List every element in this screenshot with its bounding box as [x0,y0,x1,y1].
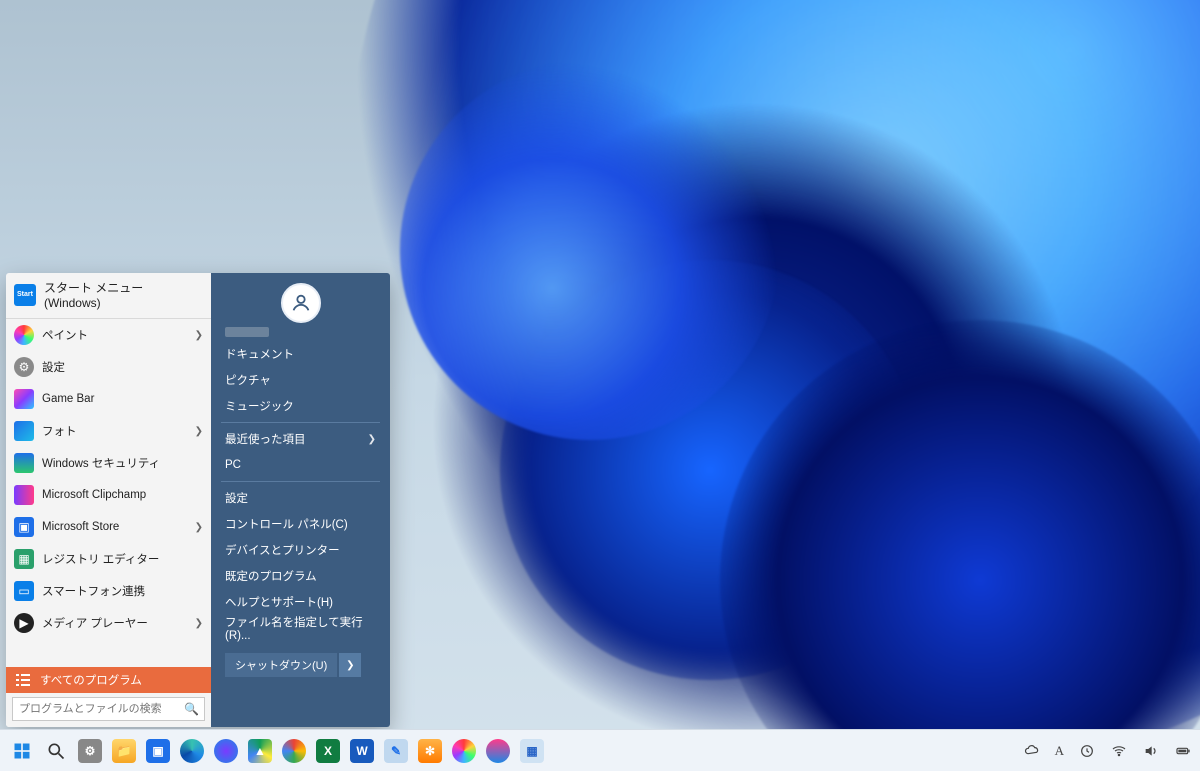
app-photos[interactable]: フォト ❯ [6,415,211,447]
gamebar-icon [14,389,34,409]
search-input[interactable] [12,697,205,721]
start-badge-icon: Start [14,284,36,306]
start-menu-header[interactable]: Start スタート メニュー (Windows) [6,273,211,319]
app-settings[interactable]: ⚙ 設定 [6,351,211,383]
nav-recent[interactable]: 最近使った項目 ❯ [211,426,390,452]
taskbar-apps: ⚙ 📁 ▣ ▲ X W ✎ ✻ ▦ [8,737,546,765]
chevron-right-icon: ❯ [195,426,203,437]
taskbar-search-button[interactable] [42,737,70,765]
wifi-icon[interactable] [1110,742,1128,760]
nav-run[interactable]: ファイル名を指定して実行(R)... [211,615,390,641]
search-row: 🔍 [6,693,211,727]
app-label: レジストリ エディター [42,551,159,567]
chevron-right-icon: ❯ [195,522,203,533]
taskbar-drive[interactable]: ▲ [246,737,274,765]
start-menu-left: Start スタート メニュー (Windows) ペイント ❯ ⚙ 設定 Ga… [6,273,211,727]
taskbar-explorer[interactable]: 📁 [110,737,138,765]
nav-default-programs[interactable]: 既定のプログラム [211,563,390,589]
app-phone-link[interactable]: ▭ スマートフォン連携 [6,575,211,607]
system-tray: A [1023,742,1192,760]
app-label: 設定 [42,359,65,375]
nav-documents[interactable]: ドキュメント [211,341,390,367]
paint-icon [14,325,34,345]
app-label: スマートフォン連携 [42,583,145,599]
nav-help-support[interactable]: ヘルプとサポート(H) [211,589,390,615]
nav-pc[interactable]: PC [211,452,390,478]
user-name-placeholder [225,327,269,337]
user-section[interactable] [211,273,390,327]
app-label: フォト [42,423,77,439]
app-regedit[interactable]: ▦ レジストリ エディター [6,543,211,575]
taskbar-settings[interactable]: ⚙ [76,737,104,765]
clock-icon[interactable] [1078,742,1096,760]
chevron-right-icon: ❯ [195,618,203,629]
app-label: Microsoft Store [42,521,119,533]
all-programs-label: すべてのプログラム [40,672,142,688]
nav-control-panel[interactable]: コントロール パネル(C) [211,511,390,537]
list-icon [16,674,30,686]
separator [221,481,380,482]
pinned-apps-list: ペイント ❯ ⚙ 設定 Game Bar フォト ❯ Windows セキュリテ… [6,319,211,667]
clipchamp-icon [14,485,34,505]
shutdown-options-button[interactable]: ❯ [339,653,361,677]
start-menu-title: スタート メニュー (Windows) [44,279,203,310]
phone-link-icon: ▭ [14,581,34,601]
app-label: メディア プレーヤー [42,615,148,631]
taskbar-app-b[interactable]: ✻ [416,737,444,765]
search-icon: 🔍 [184,702,199,716]
nav-music[interactable]: ミュージック [211,393,390,419]
taskbar-word[interactable]: W [348,737,376,765]
app-label: Windows セキュリティ [42,455,160,471]
taskbar-app-d[interactable]: ▦ [518,737,546,765]
app-ms-store[interactable]: ▣ Microsoft Store ❯ [6,511,211,543]
registry-icon: ▦ [14,549,34,569]
taskbar-app-c[interactable] [484,737,512,765]
start-menu: Start スタート メニュー (Windows) ペイント ❯ ⚙ 設定 Ga… [6,273,390,727]
gear-icon: ⚙ [14,357,34,377]
shutdown-button[interactable]: シャットダウン(U) ❯ [225,653,380,677]
taskbar-app-a[interactable]: ✎ [382,737,410,765]
app-gamebar[interactable]: Game Bar [6,383,211,415]
onedrive-icon[interactable] [1023,742,1041,760]
app-paint[interactable]: ペイント ❯ [6,319,211,351]
taskbar-edge[interactable] [178,737,206,765]
taskbar-chrome[interactable] [280,737,308,765]
app-label: Microsoft Clipchamp [42,489,146,501]
chevron-right-icon: ❯ [195,330,203,341]
media-player-icon: ▶ [14,613,34,633]
all-programs-button[interactable]: すべてのプログラム [6,667,211,693]
nav-settings[interactable]: 設定 [211,485,390,511]
taskbar-excel[interactable]: X [314,737,342,765]
taskbar-store[interactable]: ▣ [144,737,172,765]
app-label: ペイント [42,327,88,343]
photos-icon [14,421,34,441]
taskbar: ⚙ 📁 ▣ ▲ X W ✎ ✻ ▦ A [0,729,1200,771]
app-label: Game Bar [42,393,94,405]
volume-icon[interactable] [1142,742,1160,760]
taskbar-start-button[interactable] [8,737,36,765]
separator [221,422,380,423]
nav-devices-printers[interactable]: デバイスとプリンター [211,537,390,563]
ime-indicator[interactable]: A [1055,743,1064,759]
nav-pictures[interactable]: ピクチャ [211,367,390,393]
app-clipchamp[interactable]: Microsoft Clipchamp [6,479,211,511]
chevron-right-icon: ❯ [368,434,376,445]
shield-icon [14,453,34,473]
app-windows-security[interactable]: Windows セキュリティ [6,447,211,479]
start-menu-right: ドキュメント ピクチャ ミュージック 最近使った項目 ❯ PC 設定 コントロー… [211,273,390,727]
taskbar-copilot[interactable] [212,737,240,765]
taskbar-paint[interactable] [450,737,478,765]
app-media-player[interactable]: ▶ メディア プレーヤー ❯ [6,607,211,639]
store-icon: ▣ [14,517,34,537]
avatar-icon [281,283,321,323]
battery-icon[interactable] [1174,742,1192,760]
